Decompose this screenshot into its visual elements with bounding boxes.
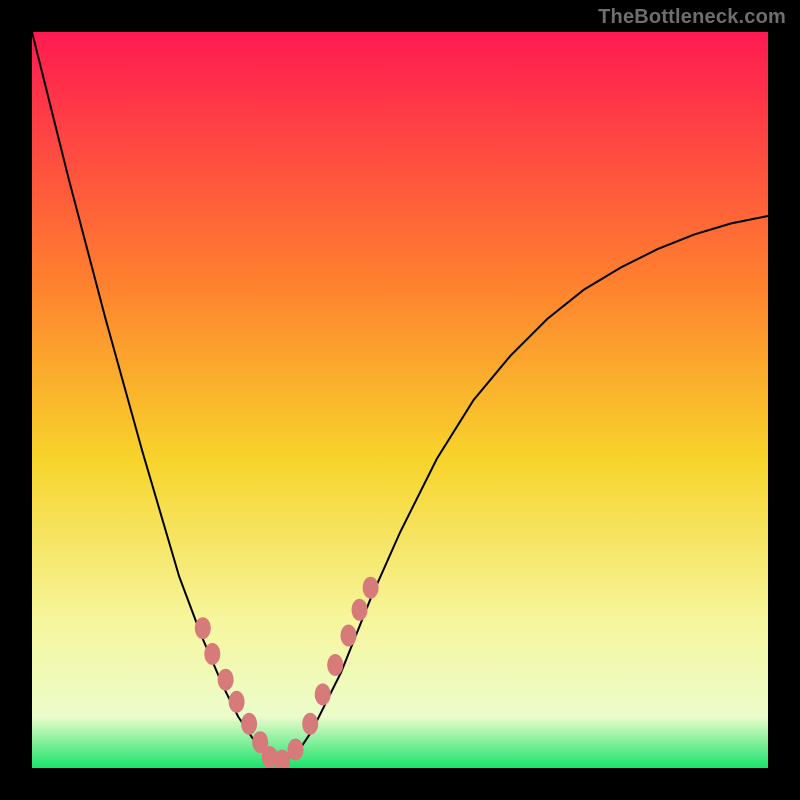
chart-svg (32, 32, 768, 768)
gradient-background (32, 32, 768, 768)
curve-dot (352, 599, 368, 621)
plot-area (32, 32, 768, 768)
curve-dot (229, 691, 245, 713)
curve-dot (315, 683, 331, 705)
curve-dot (288, 739, 304, 761)
chart-frame: TheBottleneck.com (0, 0, 800, 800)
curve-dot (341, 625, 357, 647)
curve-dot (241, 713, 257, 735)
curve-dot (363, 577, 379, 599)
curve-dot (195, 617, 211, 639)
curve-dot (204, 643, 220, 665)
watermark-text: TheBottleneck.com (598, 6, 786, 29)
curve-dot (327, 654, 343, 676)
curve-dot (302, 713, 318, 735)
curve-dot (218, 669, 234, 691)
